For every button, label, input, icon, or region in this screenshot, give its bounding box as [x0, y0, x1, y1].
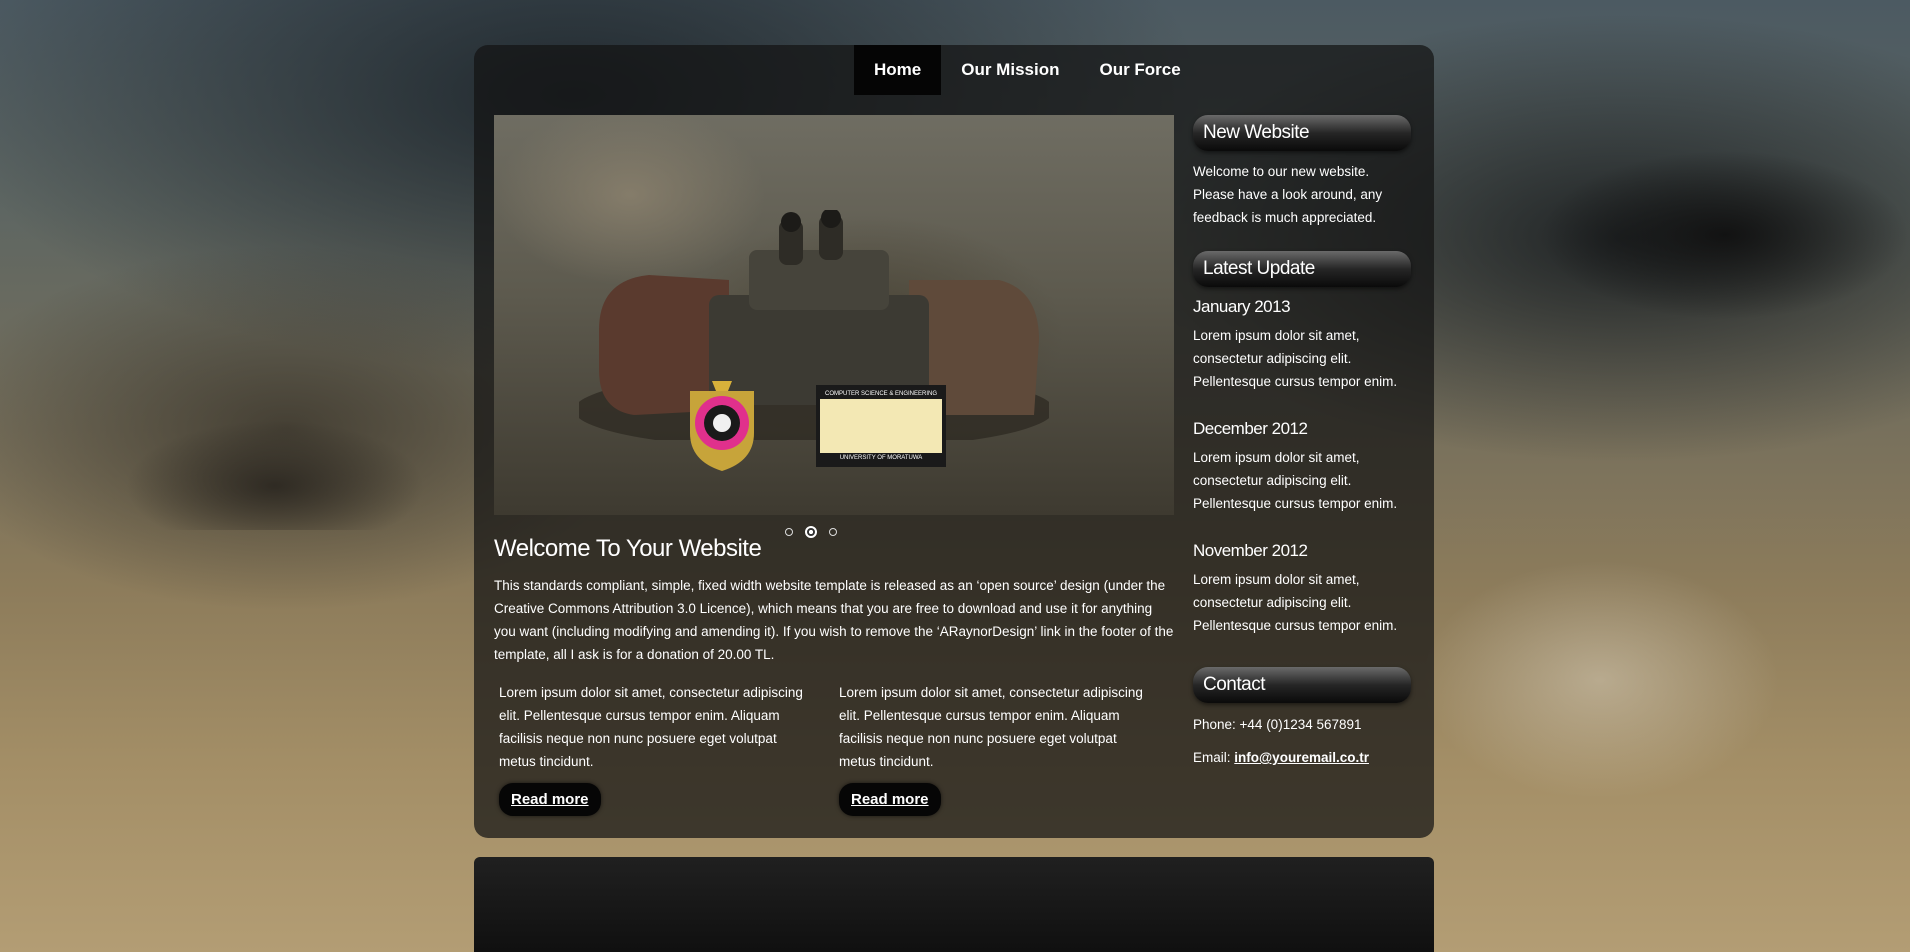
content-column-2: Lorem ipsum dolor sit amet, consectetur …	[839, 681, 1151, 816]
news-date-3: November 2012	[1193, 541, 1308, 560]
news-text-3: Lorem ipsum dolor sit amet, consectetur …	[1193, 572, 1398, 633]
cse-logo-bottom-text: UNIVERSITY OF MORATUWA	[820, 453, 942, 463]
university-crest-logo	[690, 381, 754, 471]
new-website-text: Welcome to our new website. Please have …	[1193, 164, 1383, 225]
sidebar-heading-latest-update: Latest Update	[1193, 251, 1411, 287]
sidebar: New Website Welcome to our new website. …	[1193, 115, 1411, 769]
news-text-1: Lorem ipsum dolor sit amet, consectetur …	[1193, 328, 1398, 389]
news-date-1: January 2013	[1193, 297, 1291, 316]
menu-item-home[interactable]: Home	[854, 45, 942, 95]
background-smoke	[1540, 150, 1910, 320]
news-text-2: Lorem ipsum dolor sit amet, consectetur …	[1193, 450, 1398, 511]
contact-email-label: Email:	[1193, 750, 1231, 765]
slider-pagination	[785, 526, 837, 538]
slider-dot-3[interactable]	[829, 528, 837, 536]
footer	[474, 857, 1434, 952]
contact-phone: Phone: +44 (0)1234 567891	[1193, 717, 1362, 732]
read-more-button-2[interactable]: Read more	[839, 783, 941, 816]
column-1-text: Lorem ipsum dolor sit amet, consectetur …	[499, 685, 803, 769]
image-slider[interactable]: COMPUTER SCIENCE & ENGINEERING UNIVERSIT…	[494, 115, 1174, 515]
sidebar-heading-contact: Contact	[1193, 667, 1411, 703]
contact-email-link[interactable]: info@youremail.co.tr	[1234, 750, 1369, 765]
news-date-2: December 2012	[1193, 419, 1308, 438]
cse-logo-top-text: COMPUTER SCIENCE & ENGINEERING	[820, 389, 942, 399]
cse-department-logo: COMPUTER SCIENCE & ENGINEERING UNIVERSIT…	[816, 385, 946, 467]
contact-email-row: Email: info@youremail.co.tr	[1193, 746, 1411, 769]
welcome-heading: Welcome To Your Website	[494, 535, 762, 562]
menu-item-our-force[interactable]: Our Force	[1079, 45, 1200, 95]
main-container: Home Our Mission Our Force COMPUTER SCIE…	[474, 45, 1434, 838]
menu-item-our-mission[interactable]: Our Mission	[941, 45, 1079, 95]
read-more-button-1[interactable]: Read more	[499, 783, 601, 816]
sidebar-heading-new-website: New Website	[1193, 115, 1411, 151]
tank-illustration	[579, 210, 1049, 440]
column-2-text: Lorem ipsum dolor sit amet, consectetur …	[839, 685, 1143, 769]
slider-dot-2[interactable]	[805, 526, 817, 538]
content-column-1: Lorem ipsum dolor sit amet, consectetur …	[499, 681, 811, 816]
background-tank-left	[125, 420, 425, 530]
background-tank-right	[1420, 560, 1780, 800]
intro-paragraph: This standards compliant, simple, fixed …	[494, 578, 1174, 662]
main-menu: Home Our Mission Our Force	[854, 45, 1201, 95]
slider-dot-1[interactable]	[785, 528, 793, 536]
